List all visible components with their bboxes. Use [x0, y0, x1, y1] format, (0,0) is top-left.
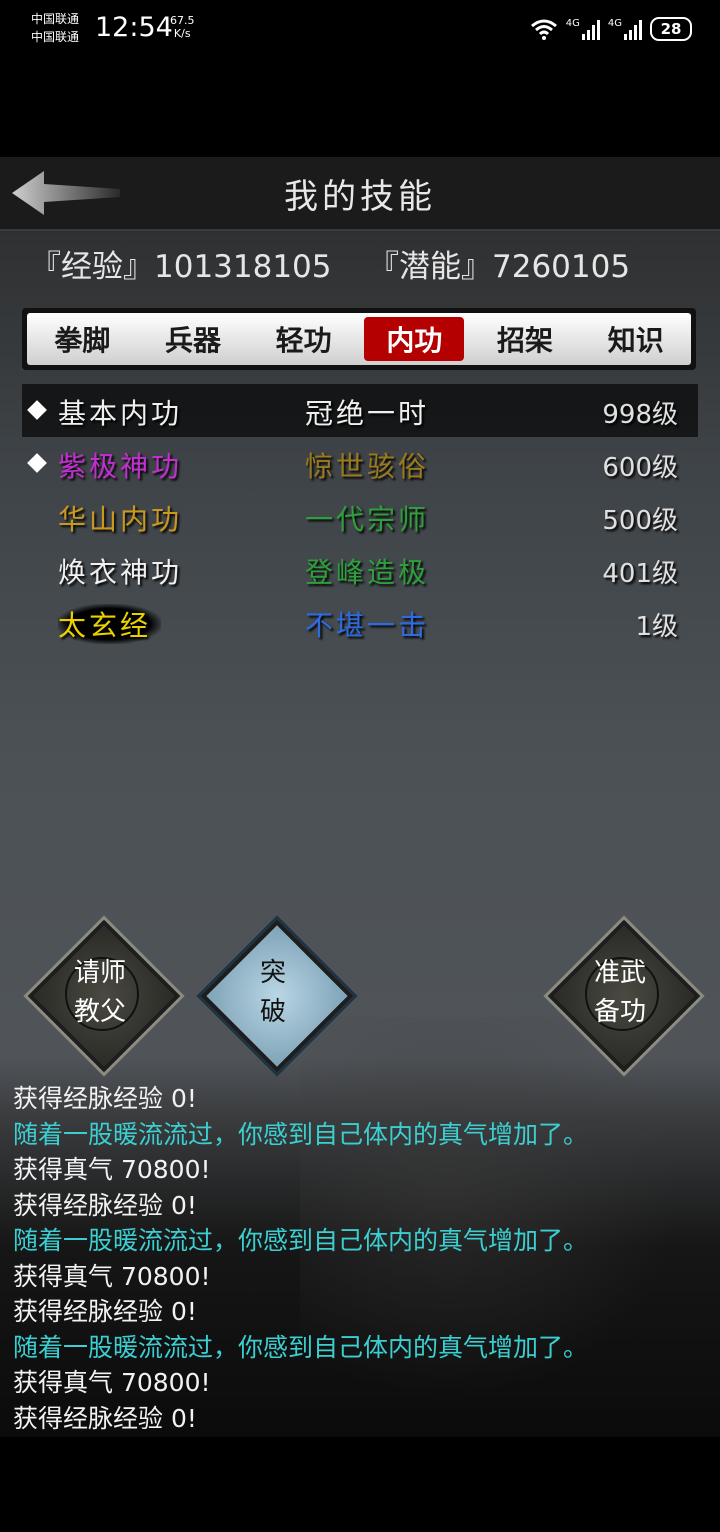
exp-label: 『经验』	[30, 249, 154, 285]
skills-screen: 我的技能 『经验』101318105 『潜能』7260105 拳脚 兵器 轻功 …	[0, 157, 720, 1437]
tab-fist[interactable]: 拳脚	[27, 313, 138, 365]
message-log: 获得经脉经验 0! 随着一股暖流流过，你感到自己体内的真气增加了。 获得真气 7…	[13, 1081, 713, 1436]
skill-level: 500级	[602, 506, 678, 536]
exp-stat: 『经验』101318105	[30, 241, 332, 286]
skill-rank: 登峰造极	[305, 556, 430, 589]
breakthrough-button[interactable]: 突 破	[196, 915, 358, 1077]
button-label: 请师 教父	[30, 954, 170, 1032]
skill-row[interactable]: 太玄经 不堪一击 1级	[22, 596, 698, 649]
label-line: 突	[259, 958, 286, 988]
signal-1: 4G	[566, 18, 600, 40]
skill-level: 600级	[602, 453, 678, 483]
marked-diamond-icon	[27, 400, 47, 420]
skill-row[interactable]: 焕衣神功 登峰造极 401级	[22, 543, 698, 596]
status-bar: 中国联通 中国联通 12:54 67.5 K/s 4G 4G 28	[0, 0, 720, 60]
skill-level: 1级	[635, 612, 678, 642]
tab-parry[interactable]: 招架	[470, 313, 581, 365]
log-line: 随着一股暖流流过，你感到自己体内的真气增加了。	[13, 1119, 589, 1149]
battery-icon: 28	[650, 17, 692, 41]
label-line: 破	[259, 997, 286, 1027]
tab-label: 拳脚	[54, 324, 111, 357]
skill-rank: 不堪一击	[305, 609, 430, 642]
potential-value: 7260105	[492, 249, 631, 285]
skill-rank: 冠绝一时	[305, 397, 430, 430]
marked-diamond-icon	[27, 453, 47, 473]
skill-name: 华山内功	[58, 503, 183, 536]
status-icons: 4G 4G 28	[530, 14, 692, 44]
label-line: 教父	[73, 997, 126, 1027]
skill-name: 基本内功	[58, 397, 183, 430]
potential-stat: 『潜能』7260105	[368, 241, 630, 286]
signal-2: 4G	[608, 18, 642, 40]
tab-bar: 拳脚 兵器 轻功 内功 招架 知识	[27, 313, 691, 365]
tab-label: 兵器	[165, 324, 222, 357]
label-line: 请师	[73, 958, 126, 988]
tab-label: 轻功	[275, 324, 332, 357]
speed-value: 67.5	[170, 14, 195, 27]
network-type-2: 4G	[607, 18, 622, 29]
skill-name: 焕衣神功	[58, 556, 183, 589]
header-bar: 我的技能	[0, 157, 720, 231]
button-label: 准武 备功	[550, 954, 690, 1032]
skill-level: 998级	[602, 400, 678, 430]
prepare-skill-button[interactable]: 准武 备功	[543, 915, 705, 1077]
tab-inner-power[interactable]: 内功	[359, 313, 470, 365]
label-line: 准武	[593, 958, 646, 988]
signal-bars-icon	[581, 18, 600, 40]
exp-value: 101318105	[154, 249, 332, 285]
wifi-icon	[530, 19, 557, 40]
carrier-info: 中国联通 中国联通	[31, 10, 79, 46]
signal-bars-icon	[624, 18, 642, 40]
log-line: 获得真气 70800!	[13, 1368, 211, 1397]
skill-list: 基本内功 冠绝一时 998级 紫极神功 惊世骇俗 600级 华山内功 一代宗师 …	[22, 384, 698, 649]
label-line: 备功	[593, 997, 646, 1027]
carrier-2: 中国联通	[31, 30, 80, 44]
status-time: 12:54	[95, 12, 173, 43]
skill-row[interactable]: 华山内功 一代宗师 500级	[22, 490, 698, 543]
log-line: 获得经脉经验 0!	[13, 1190, 197, 1220]
log-line: 获得真气 70800!	[13, 1261, 211, 1291]
log-line: 获得真气 70800!	[13, 1155, 211, 1184]
log-line: 获得经脉经验 0!	[13, 1297, 197, 1326]
tab-label: 知识	[607, 324, 664, 357]
speed-unit: K/s	[173, 27, 191, 40]
tab-weapon[interactable]: 兵器	[138, 313, 249, 365]
tab-label: 招架	[497, 324, 554, 357]
skill-rank: 一代宗师	[305, 503, 430, 536]
tab-knowledge[interactable]: 知识	[580, 313, 691, 365]
skill-name: 紫极神功	[58, 450, 183, 483]
tab-label: 内功	[364, 317, 465, 361]
network-speed: 67.5 K/s	[170, 14, 195, 40]
page-title: 我的技能	[284, 177, 436, 217]
network-type-1: 4G	[565, 18, 580, 29]
skill-level: 401级	[602, 559, 678, 589]
skill-rank: 惊世骇俗	[305, 450, 430, 483]
skill-category-tabs: 拳脚 兵器 轻功 内功 招架 知识	[22, 308, 696, 370]
skill-row[interactable]: 紫极神功 惊世骇俗 600级	[22, 437, 698, 490]
log-line: 随着一股暖流流过，你感到自己体内的真气增加了。	[13, 1226, 589, 1255]
button-label: 突 破	[203, 954, 343, 1032]
carrier-1: 中国联通	[31, 12, 80, 26]
skill-name: 太玄经	[58, 604, 162, 644]
log-line: 获得经脉经验 0!	[13, 1403, 197, 1433]
tab-lightness[interactable]: 轻功	[248, 313, 359, 365]
potential-label: 『潜能』	[368, 249, 492, 285]
ask-teacher-button[interactable]: 请师 教父	[23, 915, 185, 1077]
skill-row[interactable]: 基本内功 冠绝一时 998级	[22, 384, 698, 437]
log-line: 获得经脉经验 0!	[13, 1084, 197, 1113]
log-line: 随着一股暖流流过，你感到自己体内的真气增加了。	[13, 1332, 589, 1362]
